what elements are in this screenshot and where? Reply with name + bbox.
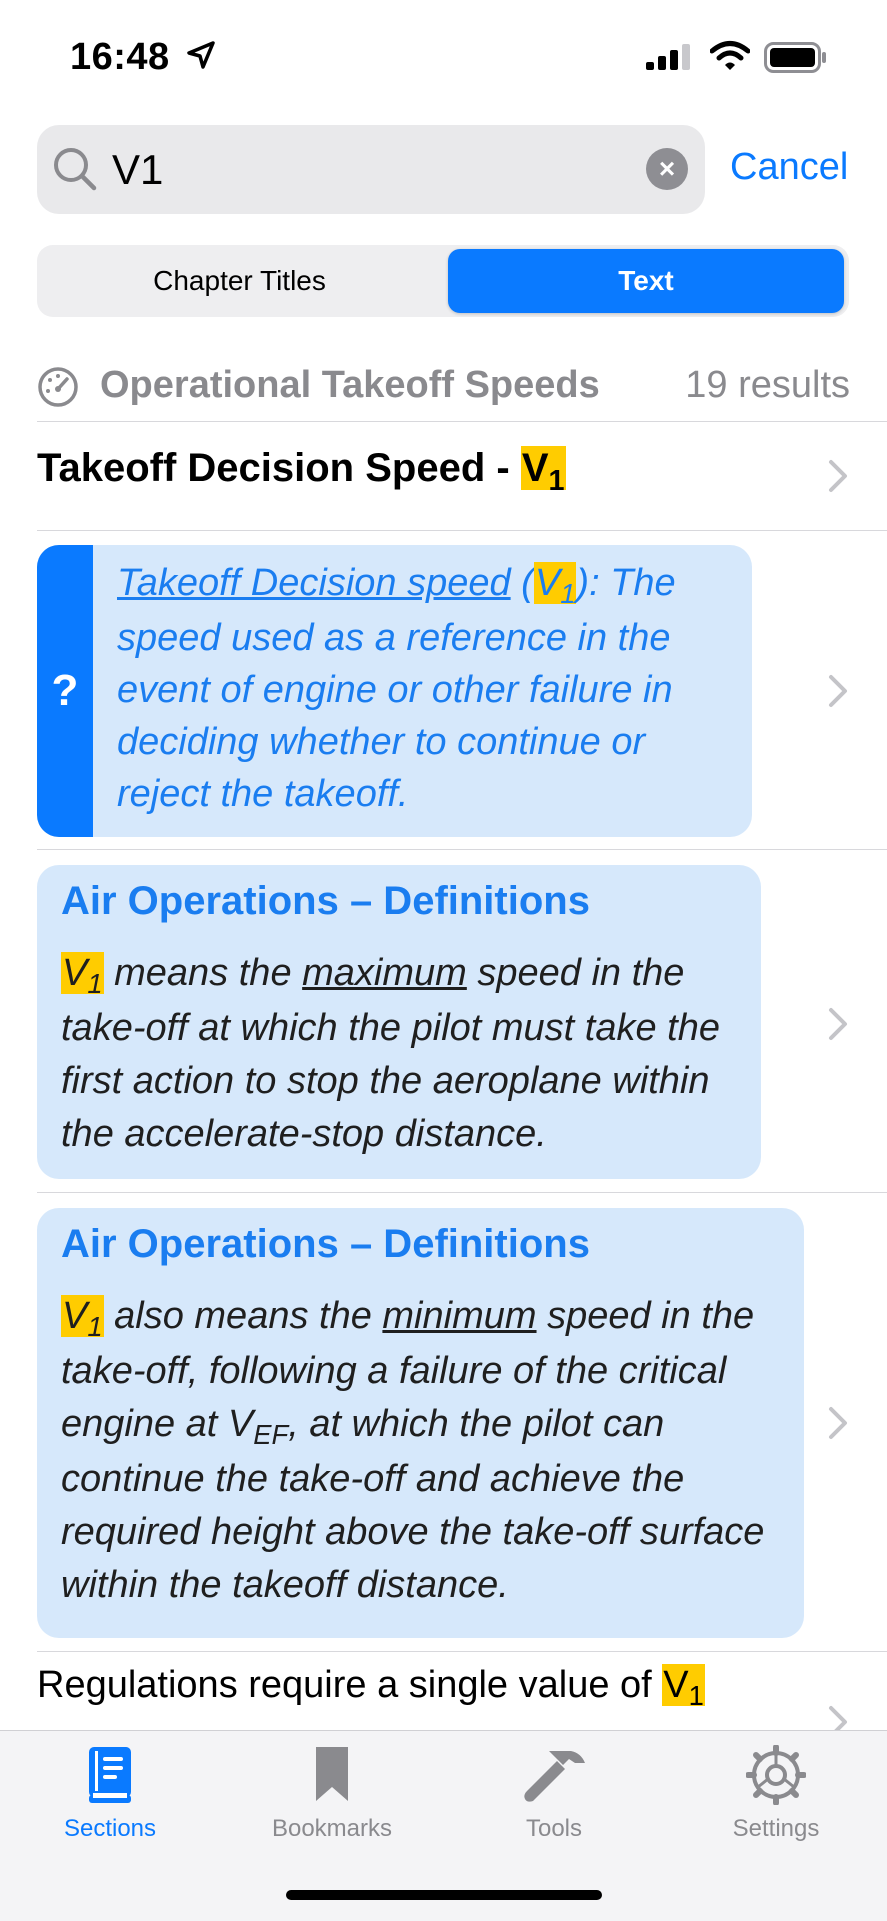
tab-bookmarks[interactable]: Bookmarks: [242, 1731, 422, 1871]
speedometer-icon: [38, 367, 78, 407]
search-highlight: V1: [533, 562, 577, 609]
cancel-button[interactable]: Cancel: [730, 146, 848, 189]
search-highlight: V1: [61, 952, 104, 999]
search-input[interactable]: [112, 138, 632, 202]
search-highlight: V1: [61, 1295, 104, 1342]
search-highlight: V1: [520, 446, 566, 497]
clear-search-icon[interactable]: ×: [646, 148, 688, 190]
highlight-v: V: [62, 952, 88, 994]
status-time: 16:48: [70, 36, 170, 78]
question-mark-icon: ?: [37, 545, 93, 837]
tab-label: Bookmarks: [271, 1815, 393, 1842]
card-heading: Air Operations – Definitions: [61, 879, 590, 923]
card-text: V1 means the maximum speed in the take-o…: [61, 947, 751, 1161]
divider: [37, 421, 887, 422]
location-arrow-icon: [187, 41, 215, 69]
result-text: Regulations require a single value of: [37, 1664, 663, 1706]
highlight-v: V: [534, 562, 561, 604]
highlight-sub: 1: [548, 464, 565, 497]
subscript: EF: [253, 1419, 289, 1451]
tab-sections[interactable]: Sections: [20, 1731, 200, 1871]
card-text: V1 also means the minimum speed in the t…: [61, 1290, 796, 1612]
result-count: 19 results: [685, 364, 850, 406]
highlight-v: V: [62, 1295, 88, 1337]
segment-chapter-titles[interactable]: Chapter Titles: [37, 245, 442, 317]
chevron-right-icon: [829, 1008, 847, 1040]
highlight-v: V: [663, 1664, 689, 1706]
definition-result-card[interactable]: Air Operations – Definitions V1 also mea…: [37, 1208, 804, 1638]
tab-label: Settings: [732, 1815, 820, 1842]
highlight-sub: 1: [560, 578, 576, 610]
underlined-term: maximum: [302, 952, 467, 994]
highlight-v: V: [521, 446, 549, 490]
search-highlight: V1: [662, 1664, 705, 1711]
cellular-signal-icon: [646, 44, 690, 70]
divider: [37, 849, 887, 850]
divider: [37, 1651, 887, 1652]
glossary-result-card[interactable]: ? Takeoff Decision speed (V1): The speed…: [37, 545, 752, 837]
glossary-term-link[interactable]: Takeoff Decision speed: [117, 562, 511, 604]
divider: [37, 530, 887, 531]
chevron-right-icon: [829, 675, 847, 707]
gear-icon: [746, 1745, 806, 1805]
search-icon: [54, 148, 97, 191]
tab-label: Sections: [63, 1815, 157, 1842]
battery-icon: [764, 42, 826, 73]
bookmark-icon: [316, 1747, 348, 1801]
divider: [37, 1192, 887, 1193]
tab-label: Tools: [525, 1815, 583, 1842]
card-text-part: also means the: [103, 1295, 383, 1337]
card-text-part: means the: [103, 952, 303, 994]
status-bar: 16:48: [0, 0, 887, 110]
chevron-right-icon: [829, 460, 847, 492]
result-title-text: Takeoff Decision Speed -: [37, 446, 521, 490]
highlight-sub: 1: [688, 1680, 704, 1712]
wifi-icon: [710, 41, 750, 70]
highlight-sub: 1: [87, 1311, 103, 1343]
result-row-title[interactable]: Takeoff Decision Speed - V1: [37, 446, 566, 497]
underlined-term: minimum: [382, 1295, 537, 1337]
result-row-text[interactable]: Regulations require a single value of V1: [37, 1664, 705, 1711]
chevron-right-icon: [829, 1407, 847, 1439]
hammer-icon: [524, 1751, 585, 1802]
tab-settings[interactable]: Settings: [686, 1731, 866, 1871]
glossary-text-part: (: [510, 562, 534, 604]
search-scope-segmented-control: Chapter Titles Text: [37, 245, 849, 317]
card-heading: Air Operations – Definitions: [61, 1222, 590, 1266]
book-icon: [89, 1747, 131, 1803]
glossary-text: Takeoff Decision speed (V1): The speed u…: [117, 557, 737, 820]
highlight-sub: 1: [87, 968, 103, 1000]
segment-text[interactable]: Text: [448, 249, 844, 313]
tab-tools[interactable]: Tools: [464, 1731, 644, 1871]
definition-result-card[interactable]: Air Operations – Definitions V1 means th…: [37, 865, 761, 1179]
home-indicator: [286, 1890, 602, 1900]
section-title: Operational Takeoff Speeds: [100, 364, 600, 406]
